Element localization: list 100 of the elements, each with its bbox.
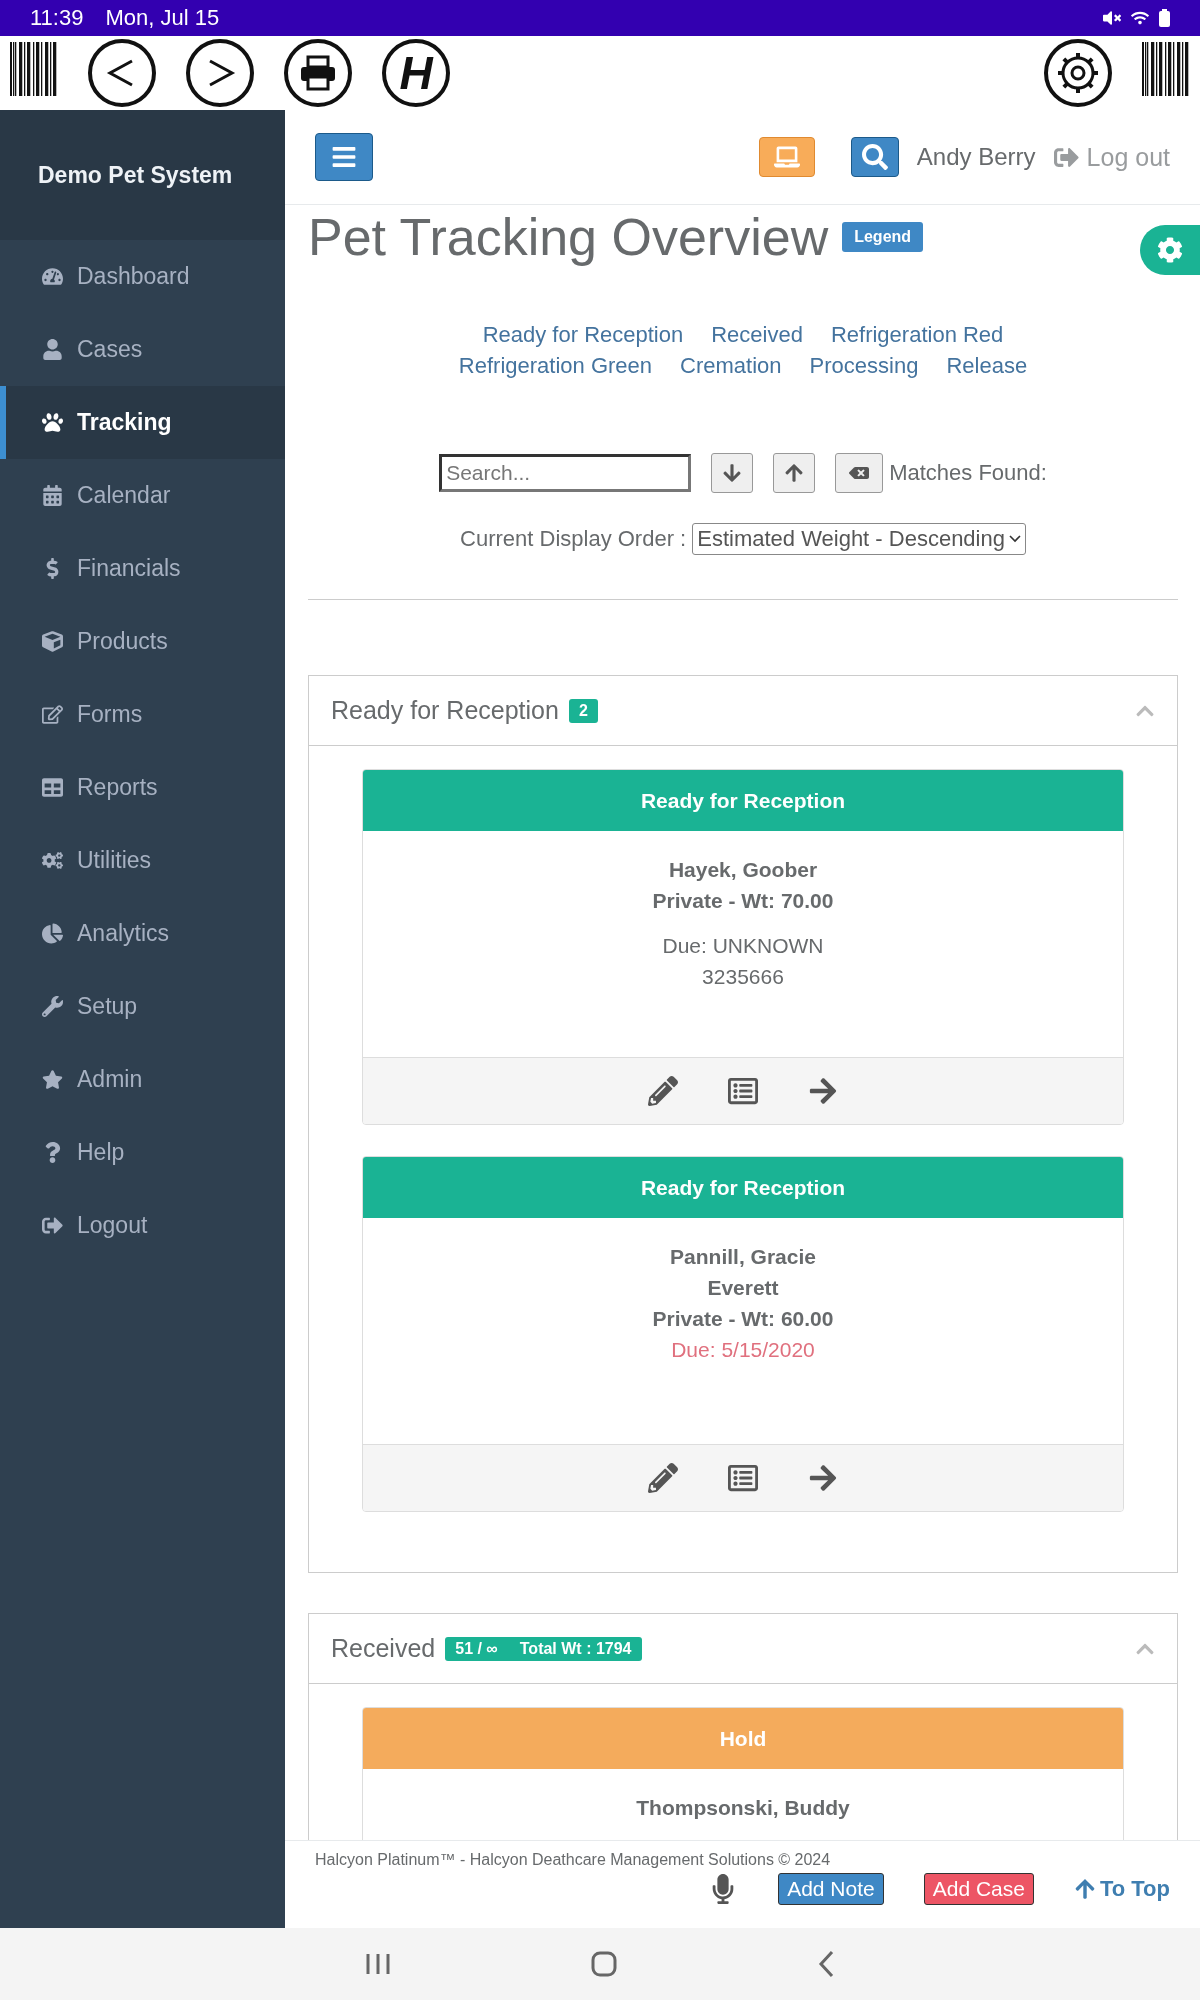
table-icon — [42, 777, 63, 798]
sidebar-item[interactable]: Reports — [0, 751, 285, 824]
card-text: Private - Wt: 60.00 — [652, 1306, 834, 1332]
mute-icon — [1103, 9, 1121, 27]
menu-icon — [331, 144, 357, 170]
to-top-label: To Top — [1099, 1876, 1170, 1902]
status-link[interactable]: Ready for Reception — [482, 319, 684, 350]
sidebar-label: Utilities — [77, 847, 152, 874]
badge-text: Total Wt : 1794 — [519, 1639, 632, 1658]
edit-icon[interactable] — [648, 1076, 678, 1106]
add-case-button[interactable]: Add Case — [923, 1873, 1034, 1905]
arrow-up-icon — [784, 463, 805, 483]
sidebar-item[interactable]: Help — [0, 1116, 285, 1189]
section-title: Ready for Reception — [331, 696, 559, 725]
sidebar-label: Admin — [77, 1066, 143, 1093]
edit-icon — [42, 704, 63, 725]
card-text: Due: 5/15/2020 — [671, 1337, 815, 1363]
sidebar-item[interactable]: Products — [0, 605, 285, 678]
sidebar-item[interactable]: Dashboard — [0, 240, 285, 313]
card-text: Thompsonski, Buddy — [636, 1795, 850, 1821]
sidebar-item[interactable]: Logout — [0, 1189, 285, 1262]
printer-icon — [298, 53, 338, 93]
status-link[interactable]: Refrigeration Green — [458, 350, 653, 381]
add-note-button[interactable]: Add Note — [778, 1873, 884, 1905]
arrow-right-icon[interactable] — [808, 1463, 838, 1493]
list-icon[interactable] — [728, 1463, 758, 1493]
status-link[interactable]: Cremation — [680, 350, 782, 381]
paw-icon — [42, 412, 63, 433]
status-link[interactable]: Refrigeration Red — [830, 319, 1004, 350]
gauge-icon — [42, 266, 63, 287]
logo-button[interactable]: H — [382, 39, 450, 107]
clear-button[interactable] — [835, 453, 884, 493]
sidebar-item[interactable]: Cases — [0, 313, 285, 386]
sidebar-item[interactable]: Admin — [0, 1043, 285, 1116]
status-link[interactable]: Release — [946, 350, 1028, 381]
gear-icon — [1056, 51, 1100, 95]
caret-icon — [1008, 535, 1021, 543]
gear-icon — [1157, 237, 1183, 263]
menu-button[interactable] — [315, 133, 373, 181]
card-text: Hayek, Goober — [668, 857, 818, 883]
sidebar-label: Reports — [77, 774, 158, 801]
arrow-down-icon — [722, 463, 743, 483]
laptop-button[interactable] — [758, 137, 815, 177]
sidebar-item[interactable]: Financials — [0, 532, 285, 605]
order-label: Current Display Order : — [460, 526, 687, 552]
legend-button[interactable]: Legend — [842, 222, 924, 252]
list-icon[interactable] — [728, 1076, 758, 1106]
user-name: Andy Berry — [916, 143, 1036, 171]
sidebar-label: Help — [77, 1139, 125, 1166]
wrench-icon — [42, 996, 63, 1017]
sidebar-label: Financials — [77, 555, 181, 582]
sidebar-label: Calendar — [77, 482, 171, 509]
sidebar-label: Dashboard — [77, 263, 190, 290]
sidebar-item[interactable]: Calendar — [0, 459, 285, 532]
order-value: Estimated Weight - Descending — [697, 526, 1005, 552]
card-text: 3235666 — [702, 964, 784, 990]
arrow-right-icon[interactable] — [808, 1076, 838, 1106]
sidebar-label: Tracking — [77, 409, 172, 436]
matches-label: Matches Found: — [889, 460, 1047, 486]
next-button[interactable] — [711, 453, 754, 493]
sidebar-label: Cases — [77, 336, 143, 363]
brand-title: Demo Pet System — [0, 110, 285, 240]
search-field[interactable]: Search... — [439, 454, 692, 492]
card-text: Private - Wt: 70.00 — [652, 888, 834, 914]
logout-icon — [42, 1215, 63, 1236]
search-button[interactable] — [850, 137, 899, 177]
sidebar-item[interactable]: Analytics — [0, 897, 285, 970]
to-top-link[interactable]: To Top — [1073, 1876, 1170, 1902]
calendar-icon — [42, 485, 63, 506]
search-icon — [861, 144, 888, 170]
home-icon[interactable] — [591, 1951, 617, 1977]
user-icon — [42, 339, 63, 360]
card-text: Due: UNKNOWN — [662, 933, 824, 959]
sidebar-item[interactable]: Tracking — [0, 386, 285, 459]
sidebar-label: Setup — [77, 993, 138, 1020]
edit-icon[interactable] — [648, 1463, 678, 1493]
recent-apps-icon[interactable] — [365, 1953, 391, 1975]
card-status: Ready for Reception — [363, 770, 1123, 831]
page-title: Pet Tracking Overview — [308, 207, 829, 268]
wifi-icon — [1131, 9, 1149, 27]
status-link[interactable]: Processing — [809, 350, 919, 381]
logout-label: Log out — [1086, 142, 1170, 172]
status-date: Mon, Jul 15 — [105, 5, 220, 31]
battery-icon — [1159, 9, 1170, 27]
previous-button[interactable] — [773, 453, 816, 493]
cube-icon — [42, 631, 63, 652]
copyright-text: Halcyon Platinum™ - Halcyon Deathcare Management Solutions © 2024 — [315, 1851, 832, 1869]
sidebar-item[interactable]: Forms — [0, 678, 285, 751]
arrow-up-icon — [1073, 1878, 1096, 1900]
back-icon[interactable] — [817, 1950, 835, 1978]
sidebar-item[interactable]: Utilities — [0, 824, 285, 897]
sidebar-label: Forms — [77, 701, 143, 728]
card-text: Everett — [707, 1275, 779, 1301]
status-link[interactable]: Received — [711, 319, 803, 350]
star-icon — [42, 1069, 63, 1090]
sidebar-label: Analytics — [77, 920, 170, 947]
order-select[interactable]: Estimated Weight - Descending — [692, 523, 1026, 555]
logout-link[interactable]: Log out — [1053, 142, 1170, 172]
sidebar-item[interactable]: Setup — [0, 970, 285, 1043]
gears-icon — [42, 850, 63, 871]
